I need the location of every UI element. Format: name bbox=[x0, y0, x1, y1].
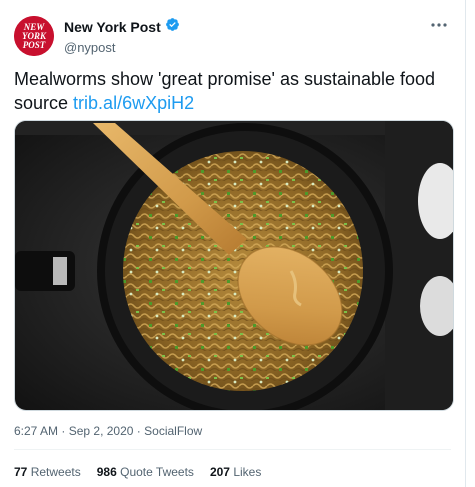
svg-text:POST: POST bbox=[23, 40, 46, 50]
quote-tweets-label: Quote Tweets bbox=[120, 465, 194, 479]
tweet-link[interactable]: trib.al/6wXpiH2 bbox=[73, 93, 194, 113]
tweet-photo[interactable] bbox=[14, 120, 454, 411]
quote-tweets-count: 986 bbox=[96, 465, 117, 479]
tweet-time[interactable]: 6:27 AM bbox=[14, 424, 58, 438]
divider bbox=[14, 449, 451, 450]
display-name[interactable]: New York Post bbox=[64, 19, 161, 35]
avatar[interactable]: NEW YORK POST bbox=[14, 16, 54, 56]
tweet-meta: 6:27 AM · Sep 2, 2020 · SocialFlow bbox=[14, 424, 202, 438]
likes-count: 207 bbox=[209, 465, 230, 479]
tweet-text: Mealworms show 'great promise' as sustai… bbox=[14, 67, 454, 115]
tweet-header: NEW YORK POST New York Post @nypost bbox=[14, 14, 451, 56]
tweet-date[interactable]: Sep 2, 2020 bbox=[69, 424, 134, 438]
quote-tweets-stat[interactable]: 986 Quote Tweets bbox=[97, 465, 194, 479]
account-names: New York Post @nypost bbox=[64, 17, 180, 55]
verified-badge-icon bbox=[165, 17, 180, 37]
tweet-card: NEW YORK POST New York Post @nypost Meal… bbox=[0, 0, 466, 487]
meta-separator: · bbox=[61, 424, 69, 438]
retweets-count: 77 bbox=[14, 465, 28, 479]
mealworm-pan-photo bbox=[15, 121, 453, 410]
likes-stat[interactable]: 207 Likes bbox=[210, 465, 261, 479]
retweets-label: Retweets bbox=[30, 465, 81, 479]
retweets-stat[interactable]: 77 Retweets bbox=[14, 465, 81, 479]
account-handle[interactable]: @nypost bbox=[64, 40, 180, 55]
likes-label: Likes bbox=[233, 465, 262, 479]
tweet-source[interactable]: SocialFlow bbox=[144, 424, 202, 438]
tweet-stats: 77 Retweets 986 Quote Tweets 207 Likes bbox=[14, 465, 261, 479]
more-options-icon[interactable] bbox=[429, 18, 449, 32]
